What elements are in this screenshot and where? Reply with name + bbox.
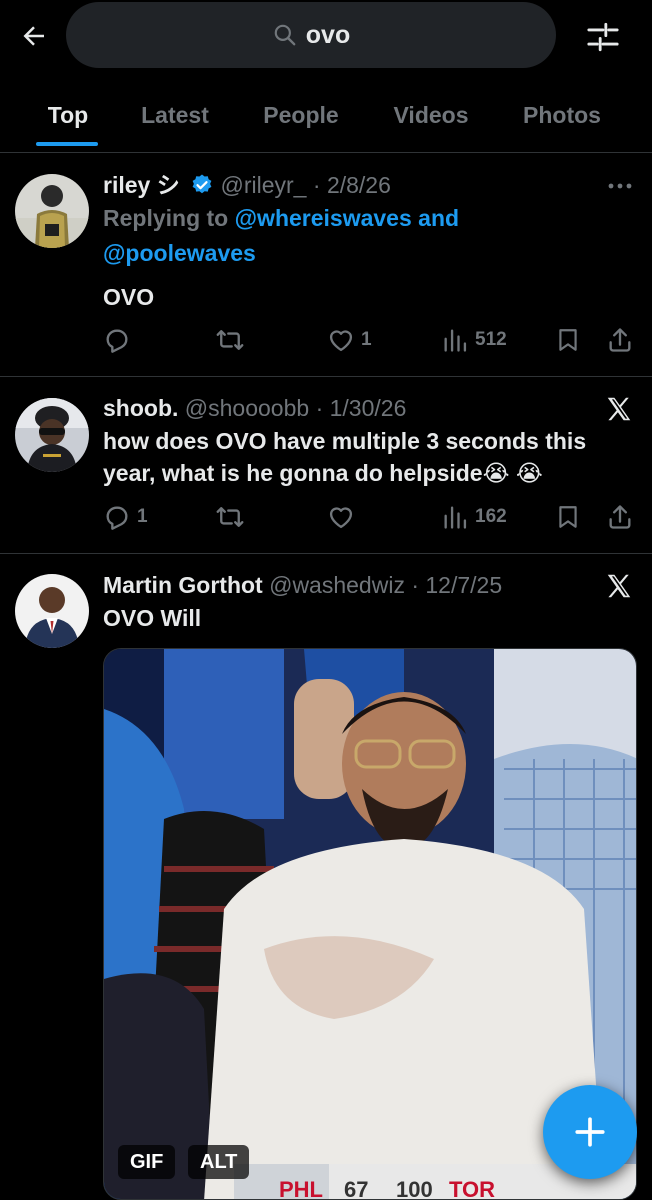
search-filter-button[interactable] <box>584 18 622 56</box>
tab-label: Latest <box>141 101 209 128</box>
scoreboard-score1: 67 <box>344 1177 368 1200</box>
scoreboard-team1: PHL <box>279 1177 323 1200</box>
views-button[interactable]: 162 <box>441 499 507 535</box>
tab-label: People <box>263 101 339 128</box>
tab-latest[interactable]: Latest <box>128 82 222 148</box>
avatar-image <box>15 174 89 248</box>
repost-button[interactable] <box>215 322 251 358</box>
active-tab-indicator <box>36 142 98 146</box>
display-name[interactable]: shoob. <box>103 395 178 421</box>
post-text: OVO Will <box>103 605 202 631</box>
tab-label: Photos <box>523 101 601 128</box>
tab-label: Videos <box>393 101 469 128</box>
reply-icon <box>106 506 128 530</box>
gif-badge: GIF <box>118 1145 176 1179</box>
view-count: 512 <box>475 329 507 350</box>
search-header: ovo Top Latest People Videos Photos <box>0 0 652 150</box>
reply-icon <box>106 329 128 353</box>
like-count: 1 <box>361 329 372 350</box>
bookmark-button[interactable] <box>555 322 581 358</box>
share-icon <box>609 328 631 352</box>
post-text: OVO <box>103 284 155 310</box>
post-text: how does OVO have multiple 3 seconds thi… <box>103 428 587 486</box>
bookmark-button[interactable] <box>555 499 581 535</box>
view-count: 162 <box>475 506 507 527</box>
heart-icon <box>329 330 353 352</box>
x-logo-icon[interactable] <box>604 571 634 601</box>
search-query: ovo <box>305 20 351 49</box>
post-header: riley シ @rileyr_ · 2/8/26 <box>103 170 612 200</box>
separator: · <box>312 172 321 198</box>
post-header: Martin Gorthot @washedwiz · 12/7/25 <box>103 570 612 600</box>
avatar[interactable] <box>15 574 89 648</box>
share-button[interactable] <box>606 322 634 358</box>
avatar[interactable] <box>15 398 89 472</box>
post-divider <box>0 553 652 554</box>
post-header: shoob. @shoooobb · 1/30/26 <box>103 393 612 423</box>
search-tabs: Top Latest People Videos Photos <box>0 82 652 148</box>
search-icon <box>274 24 296 46</box>
share-button[interactable] <box>606 499 634 535</box>
post-divider <box>0 376 652 377</box>
header-divider <box>0 152 652 153</box>
heart-icon <box>329 507 353 529</box>
tab-people[interactable]: People <box>250 82 352 148</box>
separator: · <box>411 572 419 598</box>
post-actions: 1 162 <box>103 499 638 535</box>
repost-icon <box>216 330 244 350</box>
more-dots-icon <box>608 183 632 189</box>
back-arrow-icon <box>23 26 44 46</box>
display-name[interactable]: Martin Gorthot <box>103 572 263 598</box>
plus-icon <box>575 1117 605 1147</box>
views-bar-chart-icon <box>444 506 467 529</box>
mention-link[interactable]: @poolewaves <box>103 240 256 266</box>
tab-videos[interactable]: Videos <box>382 82 480 148</box>
tab-top[interactable]: Top <box>36 82 100 148</box>
share-icon <box>609 505 631 529</box>
post-date[interactable]: 1/30/26 <box>330 395 407 421</box>
repost-icon <box>216 507 244 527</box>
like-button[interactable]: 1 <box>327 322 372 358</box>
views-button[interactable]: 512 <box>441 322 507 358</box>
tab-photos[interactable]: Photos <box>512 82 612 148</box>
separator: · <box>315 395 324 421</box>
replying-to: Replying to @whereiswaves and @poolewave… <box>103 201 612 271</box>
like-button[interactable] <box>327 499 361 535</box>
views-bar-chart-icon <box>444 329 467 352</box>
post-actions: 1 512 <box>103 322 638 358</box>
handle[interactable]: @washedwiz <box>269 572 405 598</box>
mention-link[interactable]: @whereiswaves <box>235 205 412 231</box>
handle[interactable]: @shoooobb <box>185 395 309 421</box>
avatar-image <box>15 398 89 472</box>
post-date[interactable]: 2/8/26 <box>327 172 391 198</box>
verified-badge-icon <box>192 174 212 194</box>
handle[interactable]: @rileyr_ <box>221 172 307 198</box>
more-options-button[interactable] <box>606 176 634 196</box>
repost-button[interactable] <box>215 499 251 535</box>
tab-label: Top <box>47 101 89 128</box>
compose-post-button[interactable] <box>543 1085 637 1179</box>
avatar-image <box>15 574 89 648</box>
alt-text-button[interactable]: ALT <box>188 1145 250 1179</box>
filter-sliders-icon <box>587 22 619 52</box>
scoreboard-score2: 100 <box>396 1177 433 1200</box>
replying-label: Replying to <box>103 205 229 231</box>
scoreboard-team2: TOR <box>449 1177 495 1200</box>
back-button[interactable] <box>16 18 52 54</box>
reply-button[interactable]: 1 <box>103 499 148 535</box>
x-logo-icon[interactable] <box>604 394 634 424</box>
reply-count: 1 <box>137 506 148 527</box>
bookmark-icon <box>559 506 577 528</box>
reply-button[interactable] <box>103 322 137 358</box>
display-name[interactable]: riley シ <box>103 172 180 198</box>
search-input[interactable]: ovo <box>66 2 556 68</box>
bookmark-icon <box>559 329 577 351</box>
replying-and: and <box>418 205 460 231</box>
avatar[interactable] <box>15 174 89 248</box>
post-date[interactable]: 12/7/25 <box>425 572 502 598</box>
